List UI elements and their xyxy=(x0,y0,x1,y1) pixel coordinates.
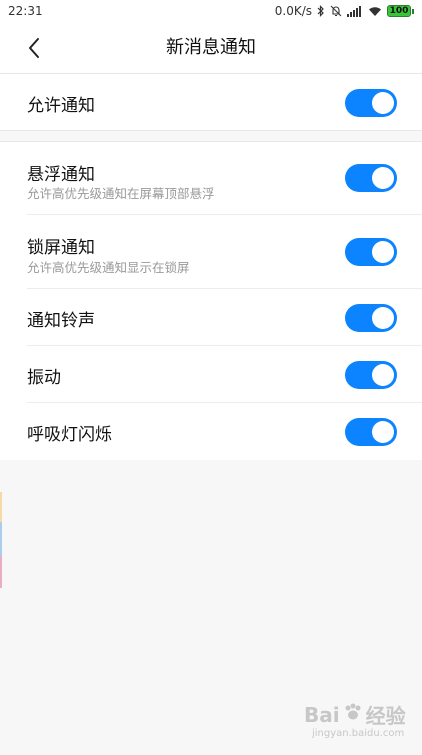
title-bar: 新消息通知 xyxy=(0,22,422,74)
setting-subtitle: 允许高优先级通知显示在锁屏 xyxy=(27,260,190,275)
network-speed: 0.0K/s xyxy=(274,4,312,18)
floating-toggle[interactable] xyxy=(345,164,397,192)
led-toggle[interactable] xyxy=(345,418,397,446)
battery-icon: 100 xyxy=(387,5,414,17)
signal-icon xyxy=(347,5,363,17)
setting-title: 锁屏通知 xyxy=(27,238,95,258)
chevron-left-icon xyxy=(29,38,39,58)
setting-title: 悬浮通知 xyxy=(27,165,95,185)
notification-options-group: 悬浮通知 允许高优先级通知在屏幕顶部悬浮 锁屏通知 允许高优先级通知显示在锁屏 … xyxy=(0,141,422,460)
vibrate-toggle[interactable] xyxy=(345,361,397,389)
battery-level: 100 xyxy=(387,5,411,17)
edge-strip xyxy=(0,556,2,588)
setting-title: 振动 xyxy=(27,368,61,388)
wifi-icon xyxy=(368,6,382,17)
setting-title: 呼吸灯闪烁 xyxy=(27,425,112,445)
ringtone-toggle[interactable] xyxy=(345,304,397,332)
baidu-watermark: Bai 经验 xyxy=(304,700,406,729)
setting-row-ringtone[interactable]: 通知铃声 xyxy=(0,289,422,346)
setting-row-vibrate[interactable]: 振动 xyxy=(0,346,422,403)
paw-icon xyxy=(342,701,364,728)
setting-row-floating[interactable]: 悬浮通知 允许高优先级通知在屏幕顶部悬浮 xyxy=(0,142,422,215)
setting-title: 通知铃声 xyxy=(27,311,95,331)
status-indicators: 0.0K/s 100 xyxy=(275,4,414,18)
edge-strip xyxy=(0,522,2,556)
back-button[interactable] xyxy=(16,30,52,66)
setting-row-led[interactable]: 呼吸灯闪烁 xyxy=(0,403,422,460)
status-time: 22:31 xyxy=(8,4,43,18)
allow-notification-group: 允许通知 xyxy=(0,74,422,131)
allow-toggle[interactable] xyxy=(345,89,397,117)
edge-strip xyxy=(0,492,2,522)
setting-row-lockscreen[interactable]: 锁屏通知 允许高优先级通知显示在锁屏 xyxy=(0,215,422,289)
lockscreen-toggle[interactable] xyxy=(345,238,397,266)
status-bar: 22:31 0.0K/s 100 xyxy=(0,0,422,22)
watermark-url: jingyan.baidu.com xyxy=(312,728,405,739)
setting-subtitle: 允许高优先级通知在屏幕顶部悬浮 xyxy=(27,186,215,201)
mute-icon xyxy=(330,5,342,17)
setting-title: 允许通知 xyxy=(27,96,95,116)
page-title: 新消息通知 xyxy=(166,37,256,58)
watermark-brand-cn: 经验 xyxy=(365,704,406,728)
watermark-brand: Bai xyxy=(304,702,340,727)
bluetooth-icon xyxy=(317,5,325,17)
setting-row-allow[interactable]: 允许通知 xyxy=(0,74,422,131)
